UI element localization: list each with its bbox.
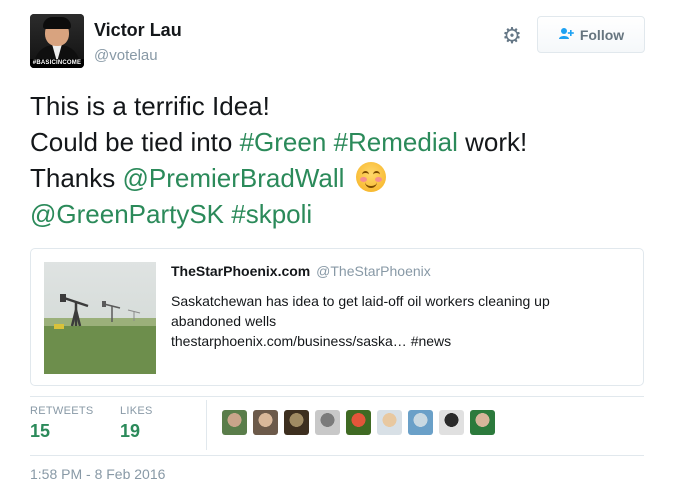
tweet-text-segment: work! [457,127,528,157]
quoted-link-line: thestarphoenix.com/business/saska… #news [171,331,611,351]
liker-avatar[interactable] [439,410,464,435]
liker-avatar[interactable] [377,410,402,435]
quoted-link[interactable]: thestarphoenix.com/business/saska… [171,333,407,349]
liker-avatar[interactable] [470,410,495,435]
retweets-label: RETWEETS [30,405,94,417]
likes-count: 19 [120,421,141,441]
quoted-text-line: Saskatchewan has idea to get laid-off oi… [171,293,550,309]
tweet-line-1: This is a terrific Idea! [30,91,270,121]
timestamp[interactable]: 1:58 PM - 8 Feb 2016 [30,466,165,482]
liker-avatar[interactable] [253,410,278,435]
tweet-line-3: Thanks @PremierBradWall [30,160,650,196]
tweet-stats: RETWEETS 15 LIKES 19 [30,400,644,451]
author-name[interactable]: Victor Lau [94,20,182,41]
retweets-stat[interactable]: RETWEETS 15 [30,405,94,442]
liker-avatar[interactable] [346,410,371,435]
hashtag-remedial[interactable]: #Remedial [334,127,458,157]
tweet-line-2: Could be tied into #Green #Remedial work… [30,124,650,160]
tweet-line-4: @GreenPartySK #skpoli [30,196,650,232]
likes-label: LIKES [120,405,153,417]
retweets-count: 15 [30,421,51,441]
tweet-text-segment: Could be tied into [30,127,240,157]
hashtag-news[interactable]: #news [411,333,451,349]
divider [30,396,644,397]
quoted-text-line: abandoned wells [171,313,277,329]
quoted-author: TheStarPhoenix.com @TheStarPhoenix [171,263,431,279]
divider [30,455,644,456]
tweet-text-segment: Thanks [30,163,123,193]
add-user-icon [558,27,574,43]
quoted-author-handle[interactable]: @TheStarPhoenix [316,263,431,279]
quoted-author-name[interactable]: TheStarPhoenix.com [171,263,310,279]
follow-label: Follow [579,26,625,43]
liker-avatar[interactable] [408,410,433,435]
avatar[interactable]: #BASICINCOME [30,14,84,68]
liker-avatar[interactable] [315,410,340,435]
liker-avatar[interactable] [222,410,247,435]
author-handle[interactable]: @votelau [94,47,158,64]
gear-icon[interactable]: ⚙ [500,24,524,48]
quoted-tweet-card[interactable]: TheStarPhoenix.com @TheStarPhoenix Saska… [30,248,644,386]
avatar-tag: #BASICINCOME [30,59,84,68]
hashtag-green[interactable]: #Green [240,127,327,157]
quoted-text: Saskatchewan has idea to get laid-off oi… [171,291,611,351]
mention-greenpartysk[interactable]: @GreenPartySK [30,199,224,229]
tweet-header: #BASICINCOME Victor Lau @votelau ⚙ Follo… [30,14,650,74]
mention-premierbradwall[interactable]: @PremierBradWall [123,163,345,193]
likes-stat[interactable]: LIKES 19 [120,405,153,442]
liker-avatars [222,410,495,435]
follow-button[interactable]: Follow [537,16,645,53]
smiling-face-icon [355,162,386,192]
divider [206,400,207,450]
liker-avatar[interactable] [284,410,309,435]
card-thumbnail [44,262,156,374]
tweet-text: This is a terrific Idea! Could be tied i… [30,88,650,232]
hashtag-skpoli[interactable]: #skpoli [231,199,312,229]
